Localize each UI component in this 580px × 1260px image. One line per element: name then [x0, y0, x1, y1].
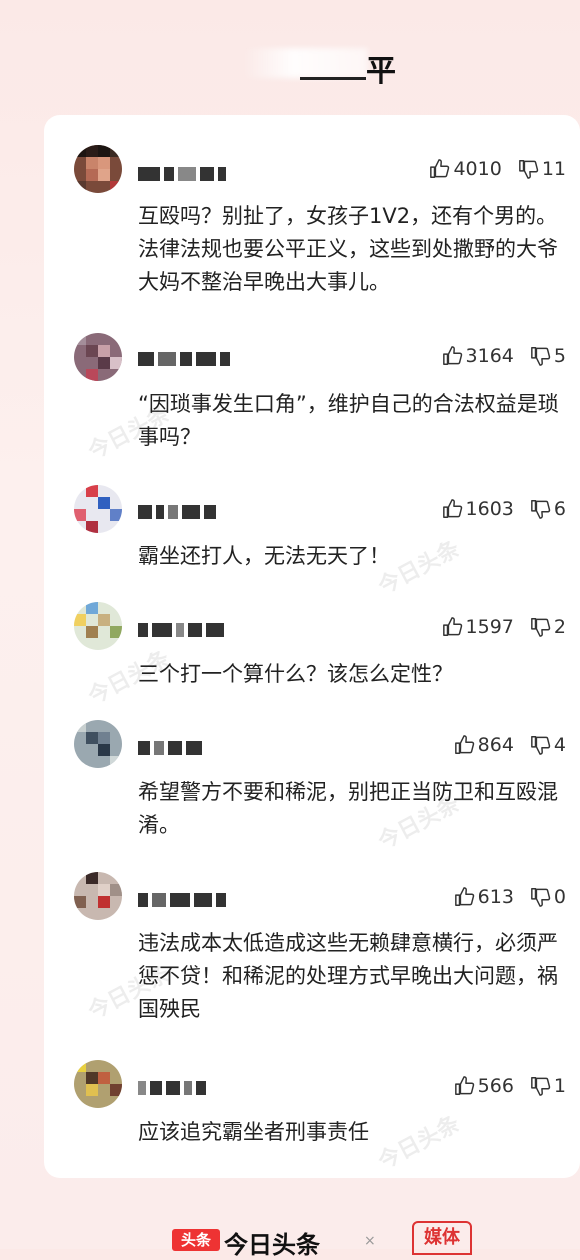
- reaction-stats: 1597 2: [426, 616, 566, 638]
- thumbs-down-icon: [531, 736, 551, 755]
- reaction-stats: 613 0: [438, 886, 566, 908]
- title-underline: [300, 77, 366, 80]
- username[interactable]: [138, 1077, 268, 1097]
- like-count: 3164: [465, 345, 514, 367]
- like-button[interactable]: 1603: [442, 498, 514, 520]
- comment-text: “因琐事发生口角”，维护自己的合法权益是琐事吗？: [138, 392, 559, 449]
- username[interactable]: [138, 348, 268, 368]
- thumbs-up-icon: [442, 499, 462, 518]
- blurred-title: [243, 48, 368, 78]
- like-count: 1597: [465, 616, 514, 638]
- thumbs-up-icon: [430, 159, 450, 178]
- footer-branding: 头条 今日头条 × 媒体: [0, 1215, 580, 1259]
- like-button[interactable]: 864: [454, 734, 514, 756]
- avatar[interactable]: [74, 872, 122, 920]
- comment-text: 三个打一个算什么？该怎么定性？: [138, 662, 453, 686]
- thumbs-down-icon: [531, 1077, 551, 1096]
- dislike-count: 2: [553, 616, 566, 638]
- like-button[interactable]: 566: [454, 1075, 514, 1097]
- like-count: 864: [477, 734, 514, 756]
- reaction-stats: 864 4: [438, 734, 566, 756]
- page-title: 平: [366, 54, 396, 89]
- avatar[interactable]: [74, 720, 122, 768]
- dislike-button[interactable]: 0: [530, 886, 566, 908]
- comment-text: 违法成本太低造成这些无赖肆意横行，必须严惩不贷！和稀泥的处理方式早晚出大问题，祸…: [138, 931, 558, 1021]
- media-logo: 媒体: [412, 1221, 472, 1255]
- avatar[interactable]: [74, 333, 122, 381]
- thumbs-down-icon: [531, 888, 551, 907]
- dislike-button[interactable]: 11: [518, 158, 566, 180]
- thumbs-up-icon: [454, 887, 474, 906]
- comment-list: 4010 11 互殴吗？别扯了，女孩子1V2，还有个男的。法律法规也要公平正义，…: [44, 115, 580, 1178]
- dislike-count: 0: [553, 886, 566, 908]
- like-button[interactable]: 4010: [429, 158, 502, 180]
- thumbs-up-icon: [442, 346, 462, 365]
- thumbs-down-icon: [531, 618, 551, 637]
- username[interactable]: [138, 737, 268, 757]
- like-count: 613: [477, 886, 514, 908]
- like-count: 4010: [453, 158, 502, 180]
- dislike-button[interactable]: 1: [530, 1075, 566, 1097]
- thumbs-up-icon: [454, 1076, 474, 1095]
- like-button[interactable]: 3164: [442, 345, 514, 367]
- avatar[interactable]: [74, 602, 122, 650]
- thumbs-down-icon: [531, 347, 551, 366]
- dislike-button[interactable]: 4: [530, 734, 566, 756]
- dislike-count: 5: [553, 345, 566, 367]
- like-count: 566: [477, 1075, 514, 1097]
- like-button[interactable]: 1597: [442, 616, 514, 638]
- reaction-stats: 1603 6: [426, 498, 566, 520]
- like-button[interactable]: 613: [454, 886, 514, 908]
- thumbs-up-icon: [442, 617, 462, 636]
- avatar[interactable]: [74, 145, 122, 193]
- dislike-count: 1: [553, 1075, 566, 1097]
- comment-text: 霸坐还打人，无法无天了！: [138, 544, 390, 568]
- like-count: 1603: [465, 498, 514, 520]
- username[interactable]: [138, 619, 268, 639]
- avatar[interactable]: [74, 1060, 122, 1108]
- comment-text: 互殴吗？别扯了，女孩子1V2，还有个男的。法律法规也要公平正义，这些到处撒野的大…: [138, 204, 558, 294]
- username[interactable]: [138, 501, 268, 521]
- dislike-button[interactable]: 5: [530, 345, 566, 367]
- avatar[interactable]: [74, 485, 122, 533]
- thumbs-down-icon: [518, 160, 539, 179]
- reaction-stats: 566 1: [438, 1075, 566, 1097]
- username[interactable]: [138, 889, 268, 909]
- reaction-stats: 3164 5: [426, 345, 566, 367]
- comment-text: 应该追究霸坐者刑事责任: [138, 1120, 369, 1144]
- separator-icon: ×: [364, 1233, 376, 1249]
- reaction-stats: 4010 11: [413, 158, 566, 180]
- comment-text: 希望警方不要和稀泥，别把正当防卫和互殴混淆。: [138, 780, 558, 837]
- thumbs-down-icon: [531, 500, 551, 519]
- dislike-count: 6: [553, 498, 566, 520]
- toutiao-logo-text: 今日头条: [224, 1231, 320, 1259]
- dislike-count: 11: [541, 158, 566, 180]
- thumbs-up-icon: [454, 735, 474, 754]
- dislike-count: 4: [553, 734, 566, 756]
- dislike-button[interactable]: 6: [530, 498, 566, 520]
- dislike-button[interactable]: 2: [530, 616, 566, 638]
- toutiao-logo-badge: 头条: [172, 1229, 220, 1251]
- username[interactable]: [138, 163, 268, 183]
- page-header: 平: [0, 0, 580, 115]
